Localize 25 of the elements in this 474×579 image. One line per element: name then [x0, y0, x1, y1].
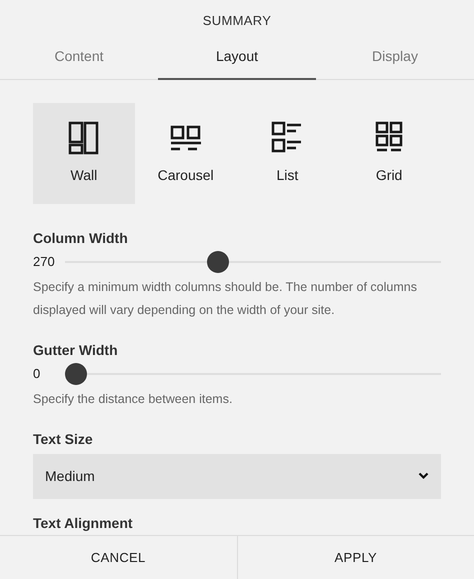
tab[interactable]: Layout	[158, 34, 316, 80]
slider-value: 0	[33, 364, 42, 383]
tab[interactable]: Content	[0, 34, 158, 80]
field-label: Text Size	[33, 430, 94, 448]
layout-option[interactable]: Grid	[338, 102, 440, 204]
slider-thumb[interactable]	[65, 362, 87, 384]
help-text: Specify the distance between items.	[33, 390, 234, 408]
slider-label: Column Width	[33, 228, 129, 248]
slider-value: 270	[33, 252, 56, 271]
tab[interactable]: Display	[316, 34, 474, 80]
help-text: Specify a minimum width columns should be. The number of columns displayed will vary depending on the width of your site.	[33, 278, 418, 319]
cancel-button[interactable]: CANCEL	[0, 536, 236, 579]
layout-option[interactable]: List	[236, 102, 338, 204]
chevron-down-icon	[418, 472, 429, 480]
apply-button[interactable]: APPLY	[236, 536, 474, 579]
slider-label: Gutter Width	[33, 340, 119, 360]
slider-thumb[interactable]	[206, 250, 229, 272]
grid-layout-icon	[373, 120, 406, 154]
list-layout-icon	[271, 120, 304, 154]
panel-title: SUMMARY	[202, 12, 272, 30]
text-size-dropdown[interactable]: Medium	[33, 454, 441, 498]
layout-option[interactable]: Wall	[33, 102, 135, 204]
wall-layout-icon	[68, 120, 100, 154]
field-label: Text Alignment	[33, 514, 134, 533]
layout-option[interactable]: Carousel	[134, 102, 236, 204]
